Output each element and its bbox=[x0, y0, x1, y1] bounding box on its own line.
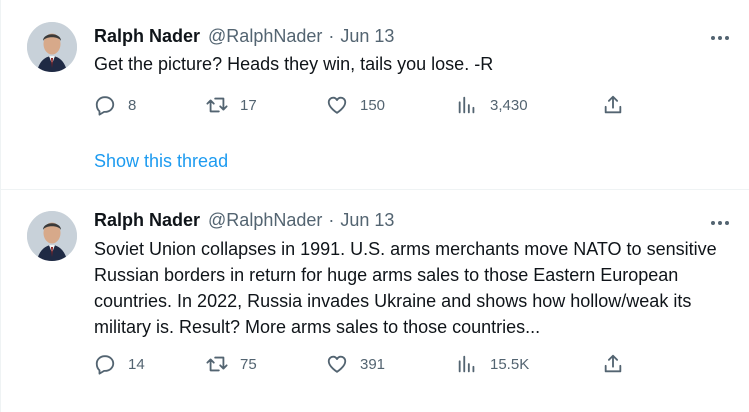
share-icon bbox=[602, 353, 624, 375]
tweet-text: Soviet Union collapses in 1991. U.S. arm… bbox=[94, 239, 717, 337]
share-button[interactable] bbox=[602, 92, 624, 118]
views-button[interactable]: 15.5K bbox=[456, 351, 529, 377]
more-horizontal-icon[interactable] bbox=[706, 213, 734, 233]
avatar[interactable] bbox=[27, 211, 77, 261]
reply-button[interactable]: 8 bbox=[94, 92, 136, 118]
like-button[interactable]: 150 bbox=[326, 92, 385, 118]
tweet[interactable]: Ralph Nader @RalphNader · Jun 13 Soviet … bbox=[1, 191, 749, 412]
handle[interactable]: @RalphNader bbox=[208, 25, 322, 47]
show-thread-link[interactable]: Show this thread bbox=[94, 150, 228, 172]
reply-count: 8 bbox=[128, 96, 137, 114]
handle[interactable]: @RalphNader bbox=[208, 209, 322, 231]
tweet-feed: Ralph Nader @RalphNader · Jun 13 Get the… bbox=[0, 0, 749, 412]
share-icon bbox=[602, 94, 624, 116]
separator-dot: · bbox=[328, 210, 335, 230]
retweet-count: 75 bbox=[240, 355, 257, 373]
views-count: 15.5K bbox=[490, 355, 530, 373]
more-horizontal-icon[interactable] bbox=[706, 28, 734, 48]
separator-dot: · bbox=[328, 26, 335, 46]
heart-icon bbox=[326, 353, 348, 375]
views-bar-chart-icon bbox=[456, 353, 478, 375]
reply-icon bbox=[94, 94, 116, 116]
views-button[interactable]: 3,430 bbox=[456, 92, 528, 118]
views-bar-chart-icon bbox=[456, 94, 478, 116]
like-count: 391 bbox=[360, 355, 386, 373]
tweet-date[interactable]: Jun 13 bbox=[340, 25, 394, 47]
retweet-icon bbox=[206, 94, 228, 116]
tweet-text: Get the picture? Heads they win, tails y… bbox=[94, 54, 494, 74]
display-name[interactable]: Ralph Nader bbox=[94, 209, 200, 231]
share-button[interactable] bbox=[602, 351, 624, 377]
reply-icon bbox=[94, 353, 116, 375]
tweet-date[interactable]: Jun 13 bbox=[340, 209, 394, 231]
like-count: 150 bbox=[360, 96, 386, 114]
tweet-header: Ralph Nader @RalphNader · Jun 13 bbox=[94, 25, 710, 47]
retweet-button[interactable]: 17 bbox=[206, 92, 257, 118]
display-name[interactable]: Ralph Nader bbox=[94, 25, 200, 47]
retweet-count: 17 bbox=[240, 96, 257, 114]
tweet-actions: 8 17 150 3,430 bbox=[94, 92, 634, 118]
retweet-icon bbox=[206, 353, 228, 375]
reply-count: 14 bbox=[128, 355, 145, 373]
avatar[interactable] bbox=[27, 22, 77, 72]
views-count: 3,430 bbox=[490, 96, 528, 114]
like-button[interactable]: 391 bbox=[326, 351, 385, 377]
tweet-actions: 14 75 391 15.5K bbox=[94, 351, 634, 377]
retweet-button[interactable]: 75 bbox=[206, 351, 257, 377]
tweet[interactable]: Ralph Nader @RalphNader · Jun 13 Get the… bbox=[1, 0, 749, 190]
tweet-header: Ralph Nader @RalphNader · Jun 13 bbox=[94, 209, 710, 231]
heart-icon bbox=[326, 94, 348, 116]
reply-button[interactable]: 14 bbox=[94, 351, 145, 377]
